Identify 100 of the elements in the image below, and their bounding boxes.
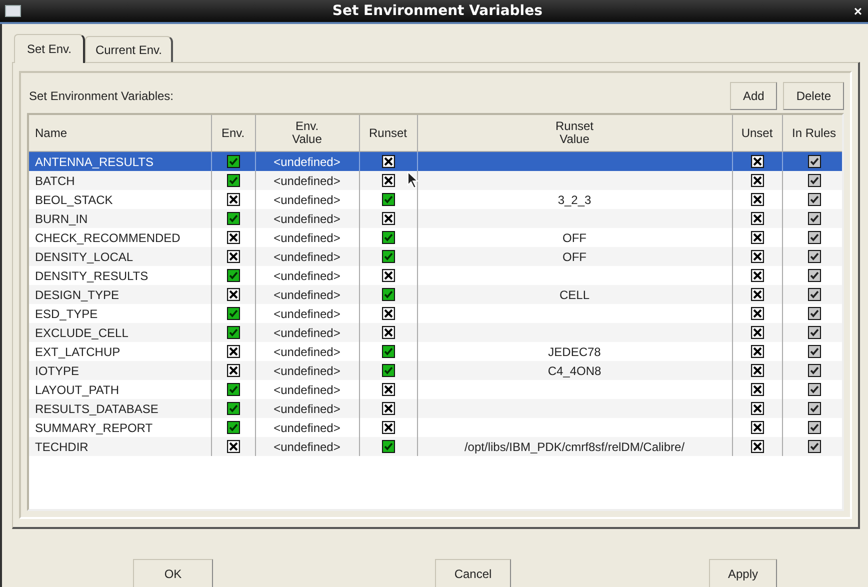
- checkbox[interactable]: [750, 307, 764, 320]
- checkbox[interactable]: [226, 193, 240, 206]
- table-cell: TECHDIR: [29, 437, 211, 456]
- checkbox[interactable]: [382, 345, 394, 358]
- column-header[interactable]: Env.: [211, 115, 255, 152]
- table-cell: BURN_IN: [29, 209, 211, 228]
- checkbox[interactable]: [750, 326, 764, 339]
- checkbox[interactable]: [382, 383, 394, 396]
- column-header[interactable]: Runset Value: [417, 115, 732, 152]
- checkbox[interactable]: [808, 193, 820, 206]
- checkbox[interactable]: [382, 402, 394, 415]
- table-cell: <undefined>: [255, 361, 359, 380]
- checkbox[interactable]: [808, 364, 820, 377]
- table-cell: DESIGN_TYPE: [29, 285, 211, 304]
- column-header[interactable]: Name: [29, 115, 211, 152]
- tab[interactable]: Current Env.: [85, 36, 173, 62]
- checkbox[interactable]: [808, 212, 820, 225]
- dialog-button[interactable]: Cancel: [435, 559, 511, 587]
- table-cell: OFF: [417, 247, 732, 266]
- table-cell: /opt/libs/IBM_PDK/cmrf8sf/relDM/Calibre/: [417, 437, 732, 456]
- checkbox[interactable]: [382, 212, 394, 225]
- checkbox[interactable]: [808, 402, 820, 415]
- checkbox[interactable]: [226, 155, 240, 168]
- table-cell: <undefined>: [255, 285, 359, 304]
- checkbox[interactable]: [382, 326, 394, 339]
- checkbox[interactable]: [226, 231, 240, 244]
- checkbox[interactable]: [808, 345, 820, 358]
- table-cell: C4_4ON8: [417, 361, 732, 380]
- checkbox[interactable]: [808, 307, 820, 320]
- checkbox[interactable]: [226, 269, 240, 282]
- checkbox[interactable]: [750, 269, 764, 282]
- checkbox[interactable]: [226, 421, 240, 434]
- checkbox[interactable]: [750, 345, 764, 358]
- tab[interactable]: Set Env.: [14, 34, 86, 63]
- window-icon: [5, 5, 21, 17]
- table-cell: DENSITY_LOCAL: [29, 247, 211, 266]
- table-cell: BATCH: [29, 171, 211, 190]
- checkbox[interactable]: [750, 250, 764, 263]
- checkbox[interactable]: [382, 288, 394, 301]
- checkbox[interactable]: [808, 326, 820, 339]
- checkbox[interactable]: [750, 421, 764, 434]
- checkbox[interactable]: [750, 402, 764, 415]
- checkbox[interactable]: [382, 269, 394, 282]
- checkbox[interactable]: [382, 174, 394, 187]
- checkbox[interactable]: [382, 250, 394, 263]
- checkbox[interactable]: [808, 250, 820, 263]
- checkbox[interactable]: [226, 212, 240, 225]
- checkbox[interactable]: [382, 440, 394, 453]
- dialog-button[interactable]: OK: [133, 559, 213, 587]
- table-cell: IOTYPE: [29, 361, 211, 380]
- column-header[interactable]: In Rules: [782, 115, 842, 152]
- panel-button[interactable]: Delete: [783, 82, 844, 110]
- checkbox[interactable]: [226, 383, 240, 396]
- close-button[interactable]: ×: [854, 3, 862, 19]
- checkbox[interactable]: [750, 212, 764, 225]
- table-cell: EXCLUDE_CELL: [29, 323, 211, 342]
- checkbox[interactable]: [226, 288, 240, 301]
- checkbox[interactable]: [750, 193, 764, 206]
- window-title: Set Environment Variables: [331, 3, 544, 19]
- checkbox[interactable]: [750, 231, 764, 244]
- checkbox[interactable]: [382, 231, 394, 244]
- checkbox[interactable]: [226, 345, 240, 358]
- checkbox[interactable]: [750, 288, 764, 301]
- checkbox[interactable]: [226, 326, 240, 339]
- checkbox[interactable]: [808, 231, 820, 244]
- column-header[interactable]: Runset: [359, 115, 417, 152]
- checkbox[interactable]: [226, 307, 240, 320]
- table-cell: <undefined>: [255, 323, 359, 342]
- checkbox[interactable]: [750, 383, 764, 396]
- checkbox[interactable]: [808, 269, 820, 282]
- checkbox[interactable]: [808, 288, 820, 301]
- checkbox[interactable]: [226, 174, 240, 187]
- checkbox[interactable]: [382, 155, 394, 168]
- checkbox[interactable]: [226, 440, 240, 453]
- table-cell: <undefined>: [255, 247, 359, 266]
- column-header[interactable]: Env. Value: [255, 115, 359, 152]
- panel-button[interactable]: Add: [730, 82, 778, 110]
- checkbox[interactable]: [808, 383, 820, 396]
- table-cell: <undefined>: [255, 399, 359, 418]
- checkbox[interactable]: [808, 155, 820, 168]
- table-cell: <undefined>: [255, 209, 359, 228]
- checkbox[interactable]: [750, 440, 764, 453]
- checkbox[interactable]: [382, 307, 394, 320]
- checkbox[interactable]: [226, 402, 240, 415]
- checkbox[interactable]: [226, 250, 240, 263]
- checkbox[interactable]: [750, 364, 764, 377]
- table-cell: <undefined>: [255, 171, 359, 190]
- column-header[interactable]: Unset: [732, 115, 782, 152]
- table-cell: RESULTS_DATABASE: [29, 399, 211, 418]
- checkbox[interactable]: [382, 364, 394, 377]
- checkbox[interactable]: [226, 364, 240, 377]
- dialog-button[interactable]: Apply: [709, 559, 777, 587]
- checkbox[interactable]: [382, 193, 394, 206]
- checkbox[interactable]: [808, 174, 820, 187]
- table-cell: CELL: [417, 285, 732, 304]
- checkbox[interactable]: [750, 155, 764, 168]
- checkbox[interactable]: [808, 421, 820, 434]
- checkbox[interactable]: [808, 440, 820, 453]
- checkbox[interactable]: [382, 421, 394, 434]
- checkbox[interactable]: [750, 174, 764, 187]
